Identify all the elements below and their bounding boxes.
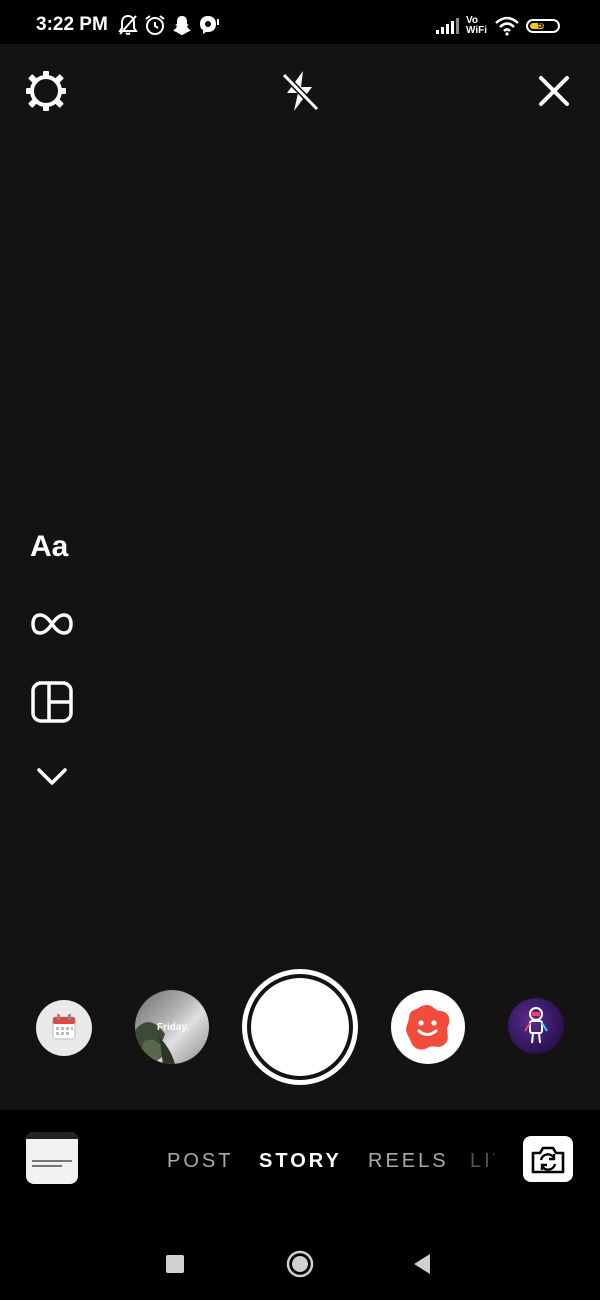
smiley-blob-icon — [406, 1005, 450, 1050]
close-icon[interactable] — [537, 74, 571, 108]
mode-post[interactable]: POST — [167, 1150, 233, 1173]
thumbnail-header — [26, 1132, 78, 1139]
shutter-button[interactable] — [242, 969, 358, 1085]
gallery-thumbnail[interactable] — [26, 1132, 78, 1184]
back-triangle-icon[interactable] — [412, 1253, 432, 1275]
alarm-icon — [145, 15, 165, 35]
battery-indicator: 55 — [526, 19, 560, 33]
blob-face-effect[interactable] — [391, 990, 465, 1064]
calendar-effect[interactable] — [36, 1000, 92, 1056]
astronaut-icon — [524, 1007, 548, 1044]
battery-level: 55 — [537, 20, 549, 31]
mode-story[interactable]: STORY — [259, 1150, 342, 1173]
system-navigation-bar — [0, 1210, 600, 1300]
camera-preview[interactable] — [0, 44, 600, 1110]
status-time: 3:22 PM — [36, 14, 108, 35]
messenger-icon — [200, 16, 219, 34]
layout-icon[interactable] — [31, 681, 73, 723]
thumbnail-text-line — [32, 1165, 62, 1167]
status-system-icons: Vo WiFi 55 — [436, 14, 576, 40]
flash-off-icon[interactable] — [279, 69, 321, 113]
chevron-down-icon[interactable] — [36, 765, 68, 787]
astronaut-effect[interactable] — [508, 998, 564, 1054]
flip-camera-button[interactable] — [523, 1136, 573, 1182]
signal-icon — [436, 18, 459, 34]
settings-gear-icon[interactable] — [24, 69, 68, 113]
calendar-icon — [52, 1014, 76, 1040]
mode-reels[interactable]: REELS — [368, 1150, 449, 1173]
shutter-inner — [251, 978, 349, 1076]
friday-effect[interactable]: Friday. — [135, 990, 209, 1064]
status-bar: 3:22 PM Vo WiFi 55 — [0, 0, 600, 44]
mode-live[interactable]: LIVE — [470, 1150, 494, 1173]
shutter-ring — [247, 974, 353, 1080]
mode-bar: POST STORY REELS LIVE — [0, 1110, 600, 1210]
boomerang-icon[interactable] — [30, 608, 74, 640]
vowifi-label: Vo WiFi — [466, 16, 487, 36]
flip-camera-icon — [531, 1146, 565, 1174]
wifi-icon — [495, 16, 519, 36]
snapchat-icon — [173, 16, 191, 35]
friday-label: Friday. — [157, 1022, 190, 1033]
text-tool-button[interactable]: Aa — [30, 530, 68, 564]
recents-square-icon[interactable] — [165, 1254, 185, 1274]
bell-off-icon — [118, 14, 138, 35]
vowifi-label-line2: WiFi — [466, 25, 488, 36]
thumbnail-text-line — [32, 1160, 72, 1162]
home-circle-icon[interactable] — [286, 1250, 314, 1278]
